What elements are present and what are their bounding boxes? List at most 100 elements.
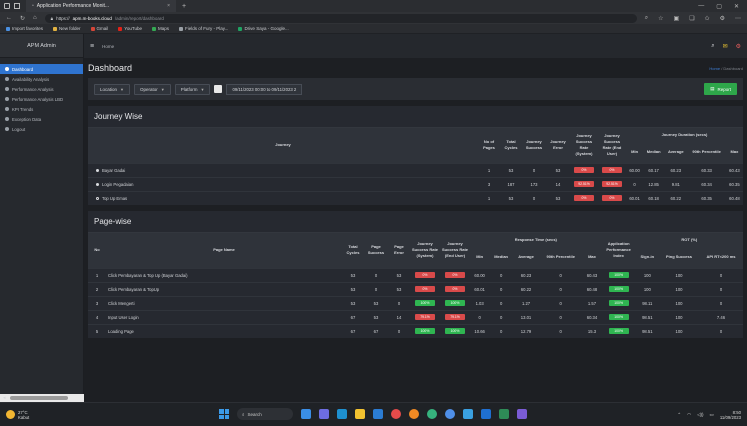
operator-label: Operator [139, 86, 158, 92]
table-row[interactable]: Bayar Gadai 1 53 0 53 0% 0% 60.00 60.17 60.23 60.3… [88, 162, 743, 177]
sidebar-item-dashboard[interactable]: Dashboard [0, 64, 83, 74]
battery-icon[interactable]: ▭ [710, 412, 714, 418]
app-icon-1[interactable] [301, 409, 311, 419]
breadcrumb-home[interactable]: Home [709, 66, 720, 71]
favorites-icon[interactable]: ✩ [705, 15, 710, 22]
performance-analysis-icon [5, 87, 9, 91]
app-icon-2[interactable] [319, 409, 329, 419]
clock[interactable]: 8:50 11/09/2023 [720, 410, 741, 420]
apdex-badge-cell: 100% [601, 323, 636, 338]
brand-title[interactable]: APM Admin [0, 34, 83, 58]
row-number: 3 [88, 295, 106, 310]
settings-icon[interactable]: ⚙ [736, 43, 741, 50]
bookmark-item[interactable]: YouTube [118, 26, 142, 31]
back-button[interactable]: ← [6, 15, 12, 21]
reload-button[interactable]: ↻ [20, 15, 25, 22]
journey-name-cell: Top Up Emas [88, 190, 478, 205]
hamburger-menu-icon[interactable]: ≡ [90, 43, 94, 50]
app-icon-8[interactable] [427, 409, 437, 419]
report-button[interactable]: ▤ Report [704, 83, 737, 95]
sidebar-item-logout[interactable]: Logout [0, 124, 83, 134]
file-explorer-icon[interactable] [355, 409, 365, 419]
table-row[interactable]: 1 Click Pembayaran & Top Up (Bayar Gadai)… [88, 267, 743, 282]
rate-enduser-badge-cell: 100% [440, 295, 470, 310]
rate-system-badge: 92.51% [574, 181, 594, 187]
start-button-icon[interactable] [219, 409, 229, 419]
rot-sign-in: 98.11 [635, 295, 659, 310]
bookmark-item[interactable]: Import favorites [6, 26, 43, 31]
bookmark-item[interactable]: Fields of Fury - Play... [179, 26, 228, 31]
dashboard-icon [5, 67, 9, 71]
calendar-icon[interactable] [214, 85, 223, 93]
close-window-button[interactable]: ✕ [734, 3, 739, 10]
page-success: 53 [364, 309, 388, 324]
system-tray: ⌃ ◠ ◁)) ▭ 8:50 11/09/2023 [677, 410, 741, 420]
table-row[interactable]: 4 Input User Login 67 53 14 79.1% 79.1% 0 0 13.01… [88, 309, 743, 324]
browser-tab[interactable]: ▫ Application Performance Monit... × [26, 0, 176, 12]
table-row[interactable]: Top Up Emas 1 53 0 53 0% 0% 60.01 60.18 60.22 60.3… [88, 190, 743, 205]
app-icon-6[interactable] [391, 409, 401, 419]
sidebar-item-performance-analysis-lbd[interactable]: Performance Analysis LBD [0, 94, 83, 104]
tray-chevron-icon[interactable]: ⌃ [677, 412, 681, 418]
app-icon-13[interactable] [517, 409, 527, 419]
maximize-button[interactable]: ▢ [716, 3, 722, 10]
bookmark-item[interactable]: New folder [53, 26, 81, 31]
response-min: 0 [470, 309, 490, 324]
table-row[interactable]: 3 Click Mengerti 53 53 0 100% 100% 1.03 0 1.27 0 1.… [88, 295, 743, 310]
platform-dropdown[interactable]: Platform ▼ [174, 83, 211, 95]
location-dropdown[interactable]: Location ▼ [94, 83, 130, 95]
sidebar-item-performance-analysis[interactable]: Performance Analysis [0, 84, 83, 94]
sidebar-item-availability-analysis[interactable]: Availability Analysis [0, 74, 83, 84]
split-view-icon[interactable]: ▣ [674, 15, 680, 22]
app-icon-10[interactable] [463, 409, 473, 419]
bookmark-item[interactable]: Gmail [90, 26, 109, 31]
favorite-star-icon[interactable]: ☆ [658, 15, 663, 22]
sidebar-item-exception-data[interactable]: Exception Data [0, 114, 83, 124]
response-median: 0 [489, 309, 513, 324]
home-button[interactable]: ⌂ [33, 15, 37, 21]
bookmark-item[interactable]: Maps [151, 26, 169, 31]
app-icon-5[interactable] [373, 409, 383, 419]
new-tab-button[interactable]: + [182, 3, 186, 10]
extensions-icon[interactable]: ⚙ [720, 15, 725, 22]
bookmark-item[interactable]: Drive Saya - Google... [238, 26, 289, 31]
table-row[interactable]: 2 Click Pembayaran & TopUp 53 0 53 0% 0% 60.01 0… [88, 281, 743, 296]
search-icon[interactable]: ⌕ [711, 43, 714, 50]
scrollbar-thumb[interactable] [9, 396, 68, 400]
horizontal-scrollbar[interactable]: ◂ [0, 394, 84, 402]
table-row[interactable]: 5 Loading Page 67 67 0 100% 100% 10.66 0 12.79 0 15… [88, 323, 743, 338]
topbar-home-link[interactable]: Home [102, 44, 114, 49]
vscode-icon[interactable] [481, 409, 491, 419]
operator-dropdown[interactable]: Operator ▼ [133, 83, 171, 95]
table-row[interactable]: Login Pegadaian 3 187 173 14 92.51% 92.51% 0 12.… [88, 176, 743, 191]
app-icon-7[interactable] [409, 409, 419, 419]
journey-name: Login Pegadaian [102, 181, 134, 187]
sidebar-item-label: Exception Data [12, 116, 42, 122]
edge-browser-icon[interactable] [337, 409, 347, 419]
bookmark-label: Gmail [96, 26, 109, 31]
rot-api: 0 [698, 267, 743, 282]
taskbar-search[interactable]: ⌕ Search [237, 408, 293, 420]
zoom-icon[interactable]: ⌕ [645, 15, 648, 22]
date-range-input[interactable]: 09/11/2023 00:00 to 09/11/2023 2 [226, 83, 303, 95]
collections-icon[interactable]: ❏ [689, 15, 694, 22]
url-input[interactable]: 🔒︎ https://apm.m-books.cloud/admin/repor… [44, 13, 637, 23]
minimize-button[interactable]: — [698, 3, 704, 10]
volume-icon[interactable]: ◁)) [697, 412, 703, 418]
page-name: Click Mengerti [106, 295, 342, 310]
tab-actions-icon[interactable] [14, 3, 20, 9]
weather-widget[interactable]: 27°C Kabut [6, 410, 29, 420]
tab-close-icon[interactable]: × [167, 3, 170, 9]
more-menu-icon[interactable]: ⋯ [735, 15, 741, 22]
scroll-left-icon[interactable]: ◂ [3, 395, 6, 401]
browser-tools: ⌕ ☆ ▣ ❏ ✩ ⚙ ⋯ [645, 15, 741, 22]
profile-icon[interactable] [4, 3, 10, 9]
chrome-icon[interactable] [445, 409, 455, 419]
sidebar-item-kpi-trends[interactable]: KPI Trends [0, 104, 83, 114]
duration-p90: 60.33 [687, 162, 726, 177]
notification-icon[interactable]: ✉ [723, 43, 728, 50]
rate-system-badge-cell: 79.1% [410, 309, 440, 324]
page-success: 0 [364, 267, 388, 282]
wifi-icon[interactable]: ◠ [687, 412, 691, 418]
app-icon-12[interactable] [499, 409, 509, 419]
